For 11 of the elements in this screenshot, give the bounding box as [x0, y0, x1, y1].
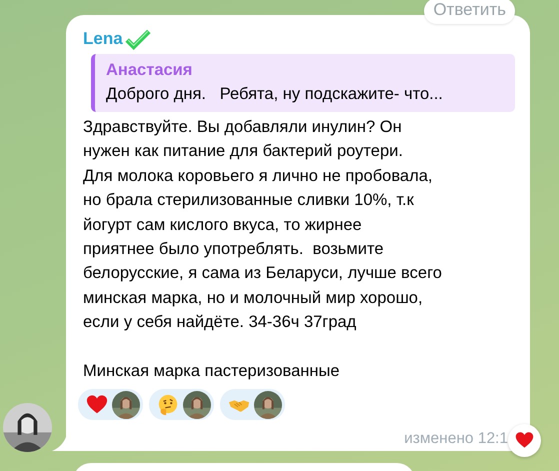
edited-timestamp: изменено 12:1	[404, 430, 508, 448]
reaction-chip[interactable]	[220, 389, 285, 420]
sender-name[interactable]: Lena	[83, 29, 123, 49]
quote-text: Доброго дня. Ребята, ну подскажите- что...	[106, 84, 444, 105]
reaction-chip[interactable]	[78, 389, 143, 420]
quoted-message[interactable]: Анастасия Доброго дня. Ребята, ну подскажите- что...	[91, 54, 515, 112]
message-text: Здравствуйте. Вы добавляли инулин? Он нужен как питание для бактерий роутери. Для молока коровьего я лично не пробовала, но брала стерилизованные сливки 10%, т.к йогурт сам кислого вкуса, то жирнее приятнее было употреблять. возьмите белорусские, я сама из Беларуси, лучше всего минская марка, но и молочный мир хорошо, если у себя найдёте. 34-36ч 37град Минская марка пастеризованные	[83, 117, 443, 382]
reply-button[interactable]: Ответить	[424, 0, 515, 24]
reaction-chip[interactable]	[149, 389, 214, 420]
quote-author: Анастасия	[106, 60, 194, 81]
reaction-badge[interactable]	[508, 424, 541, 457]
